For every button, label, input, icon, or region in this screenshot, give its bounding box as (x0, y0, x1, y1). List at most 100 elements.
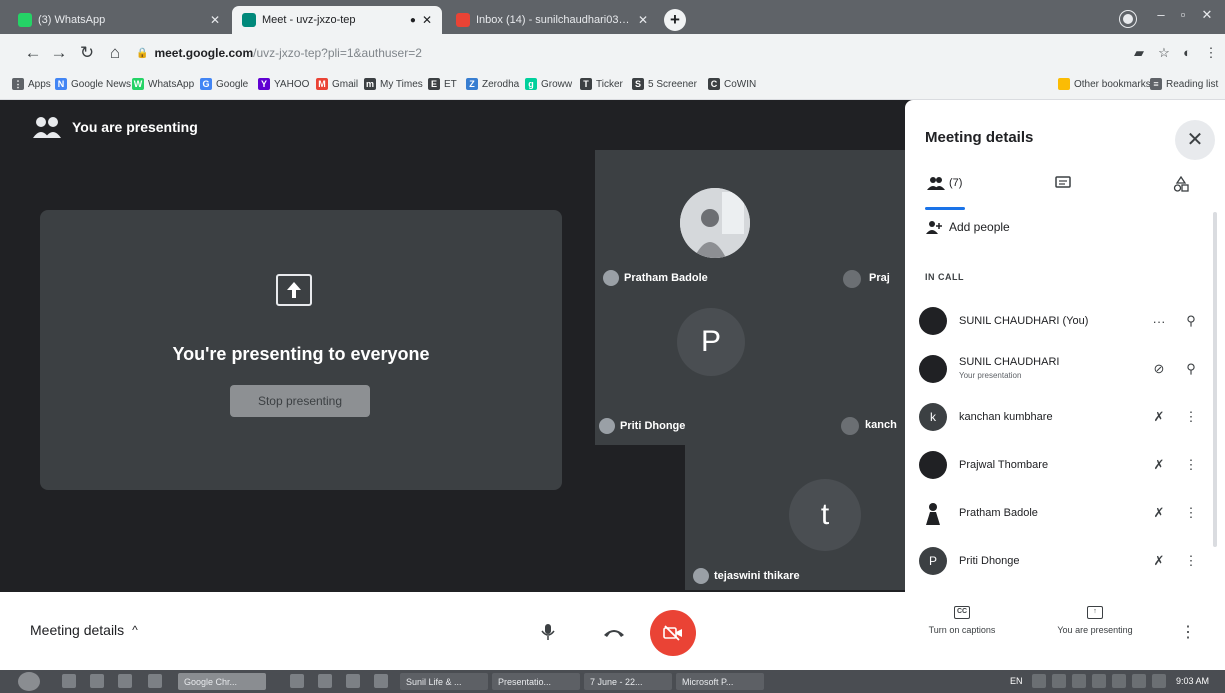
mic-off-icon: ✗ (1153, 409, 1165, 424)
taskbar-app-icon[interactable] (290, 674, 304, 688)
file-explorer-icon[interactable] (90, 674, 104, 688)
minimize-icon[interactable]: – (1150, 7, 1172, 22)
tile-namebar: tejaswini thikare (693, 568, 800, 584)
system-tray-icon[interactable] (1052, 674, 1066, 688)
meeting-details-panel: Meeting details ✕ (7) Add people IN CALL (905, 100, 1225, 592)
gmail-favicon-icon (456, 13, 470, 27)
participant-subtitle: Your presentation (959, 371, 1022, 380)
taskbar-presentation[interactable]: Presentatio... (492, 673, 580, 690)
participant-row[interactable]: Prajwal Thombare ✗ ⋮ (919, 446, 1209, 484)
system-tray-icon[interactable] (1072, 674, 1086, 688)
participant-row[interactable]: k kanchan kumbhare ✗ ⋮ (919, 398, 1209, 436)
close-tab-icon[interactable]: ✕ (210, 13, 220, 27)
participant-tile[interactable]: t tejaswini thikare (685, 445, 905, 590)
taskbar-powerpoint[interactable]: Microsoft P... (676, 673, 764, 690)
participant-row[interactable]: SUNIL CHAUDHARI Your presentation ⊘ ⚲ (919, 350, 1209, 388)
edge-icon[interactable] (62, 674, 76, 688)
meet-control-bar: Meeting details ^ CC Turn on captions ↑ … (0, 592, 1225, 670)
store-icon[interactable] (118, 674, 132, 688)
add-people-button[interactable]: Add people (925, 220, 1010, 234)
home-icon[interactable]: ⌂ (104, 42, 126, 64)
bookmark-other-bookmarks[interactable]: Other bookmarks (1058, 78, 1151, 90)
tile-namebar: Priti Dhonge (599, 418, 685, 434)
more-options-icon[interactable]: ⋮ (1180, 622, 1196, 642)
bookmark-cowin[interactable]: C CoWIN (708, 78, 756, 90)
close-panel-button[interactable]: ✕ (1175, 120, 1215, 160)
extension-icon[interactable]: ◐ (1178, 45, 1196, 60)
bookmark-google[interactable]: G Google (200, 78, 248, 90)
tab-people[interactable]: (7) (927, 176, 962, 190)
bookmark-whatsapp[interactable]: W WhatsApp (132, 78, 194, 90)
start-button-icon[interactable] (18, 672, 40, 691)
close-tab-icon[interactable]: ✕ (422, 13, 432, 27)
gmail-icon: M (316, 78, 328, 90)
browser-menu-icon[interactable]: ⋮ (1202, 45, 1220, 61)
captions-button[interactable]: CC Turn on captions (912, 606, 1012, 635)
pin-icon[interactable]: ⚲ (1173, 313, 1209, 329)
network-icon[interactable] (1152, 674, 1166, 688)
participant-tile[interactable]: Pratham Badole Praj (595, 150, 905, 290)
stop-presenting-button[interactable]: Stop presenting (230, 385, 370, 417)
kebab-icon[interactable]: ⋮ (1173, 457, 1209, 473)
chevron-up-icon: ^ (132, 623, 138, 637)
pin-icon[interactable]: ⚲ (1173, 361, 1209, 377)
taskbar-notes[interactable]: 7 June - 22... (584, 673, 672, 690)
taskbar-clock[interactable]: 9:03 AM (1176, 676, 1209, 686)
taskbar-app-icon[interactable] (374, 674, 388, 688)
present-now-button[interactable]: ↑ You are presenting (1030, 606, 1160, 635)
leave-call-button[interactable] (594, 614, 634, 650)
new-tab-button[interactable]: + (664, 9, 686, 31)
profile-icon[interactable] (1120, 11, 1136, 27)
bookmark-apps[interactable]: ⋮ Apps (12, 78, 51, 90)
bookmark-reading-list[interactable]: ≡ Reading list (1150, 78, 1218, 90)
bookmark-star-icon[interactable]: ☆ (1155, 45, 1173, 61)
bookmark-screener[interactable]: S5 Screener (632, 78, 697, 90)
back-icon[interactable]: ← (22, 42, 44, 64)
bookmark-groww[interactable]: g Groww (525, 78, 572, 90)
taskbar-word[interactable]: Sunil Life & ... (400, 673, 488, 690)
forward-icon[interactable]: → (48, 42, 70, 64)
system-tray-icon[interactable] (1112, 674, 1126, 688)
bookmark-gmail[interactable]: M Gmail (316, 78, 358, 90)
panel-scrollbar[interactable] (1213, 212, 1217, 547)
participant-row[interactable]: Pratham Badole ✗ ⋮ (919, 494, 1209, 532)
bookmark-google-news[interactable]: N Google News (55, 78, 131, 90)
participant-row[interactable]: SUNIL CHAUDHARI (You) ··· ⚲ (919, 302, 1209, 340)
tab-chat[interactable] (1055, 176, 1071, 195)
tab-meet[interactable]: Meet - uvz-jxzo-tep ● ✕ (232, 6, 442, 34)
camera-in-use-icon[interactable]: ▰ (1130, 45, 1148, 61)
bookmark-ticker[interactable]: T Ticker (580, 78, 623, 90)
bookmark-et[interactable]: E ET (428, 78, 457, 90)
bookmark-zerodha[interactable]: Z Zerodha (466, 78, 519, 90)
participant-row[interactable]: P Priti Dhonge ✗ ⋮ (919, 542, 1209, 580)
bookmark-my-times[interactable]: m My Times (364, 78, 423, 90)
tab-activities[interactable] (1173, 175, 1189, 197)
captions-icon: CC (954, 606, 970, 619)
meeting-details-button[interactable]: Meeting details ^ (30, 622, 138, 638)
kebab-icon[interactable]: ⋮ (1173, 553, 1209, 569)
kebab-icon[interactable]: ⋮ (1173, 505, 1209, 521)
kebab-icon[interactable]: ⋮ (1173, 409, 1209, 425)
language-indicator[interactable]: EN (1010, 676, 1023, 686)
window-close-icon[interactable]: ✕ (1196, 7, 1218, 23)
system-tray-icon[interactable] (1092, 674, 1106, 688)
volume-icon[interactable] (1132, 674, 1146, 688)
mic-off-icon: ✗ (1153, 553, 1165, 568)
participant-tile[interactable]: P Priti Dhonge kanch (595, 290, 905, 445)
tab-gmail[interactable]: Inbox (14) - sunilchaudhari03@... ✕ (446, 6, 658, 34)
system-tray-icon[interactable] (1032, 674, 1046, 688)
taskbar-app-icon[interactable] (318, 674, 332, 688)
camera-off-button[interactable] (650, 610, 696, 656)
address-bar[interactable]: 🔒 meet.google.com /uvz-jxzo-tep?pli=1&au… (136, 42, 1016, 64)
bookmark-yahoo[interactable]: Y YAHOO (258, 78, 309, 90)
task-view-icon[interactable] (148, 674, 162, 688)
microphone-button[interactable] (530, 614, 566, 650)
taskbar-app-icon[interactable] (346, 674, 360, 688)
tab-whatsapp[interactable]: (3) WhatsApp ✕ (8, 6, 230, 34)
restore-icon[interactable]: ▫ (1172, 7, 1194, 22)
taskbar-chrome[interactable]: Google Chr... (178, 673, 266, 690)
close-tab-icon[interactable]: ✕ (638, 13, 648, 27)
more-dots-icon[interactable]: ··· (1145, 314, 1173, 329)
reload-icon[interactable]: ↻ (76, 42, 98, 64)
browser-toolbar: ← → ↻ ⌂ 🔒 meet.google.com /uvz-jxzo-tep?… (0, 34, 1225, 72)
